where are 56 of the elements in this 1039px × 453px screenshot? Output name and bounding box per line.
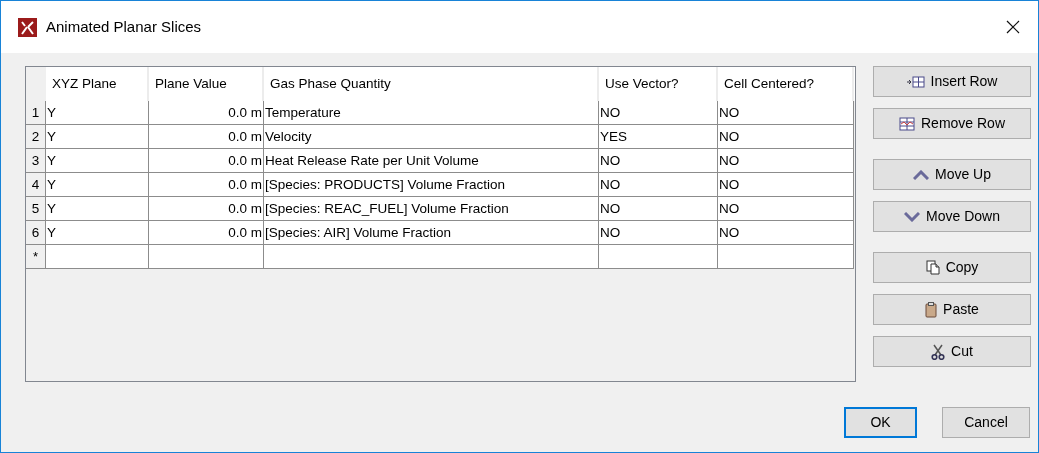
table-cell[interactable]: Velocity (264, 125, 599, 149)
toolbar-button[interactable]: Move Down (873, 201, 1031, 232)
table-cell[interactable]: 0.0 m (149, 149, 264, 173)
row-number[interactable]: 3 (26, 149, 46, 173)
remove-row-icon (899, 116, 915, 131)
table-cell[interactable]: Y (46, 197, 149, 221)
table-cell[interactable]: [Species: AIR] Volume Fraction (264, 221, 599, 245)
table-cell[interactable]: NO (718, 221, 854, 245)
table-cell[interactable]: NO (718, 149, 854, 173)
row-number[interactable]: 1 (26, 101, 46, 125)
table-cell[interactable]: 0.0 m (149, 173, 264, 197)
table-cell[interactable]: [Species: REAC_FUEL] Volume Fraction (264, 197, 599, 221)
insert-row-icon (906, 75, 925, 88)
row-number[interactable]: 5 (26, 197, 46, 221)
dialog-button[interactable]: Cancel (942, 407, 1030, 438)
chevron-down-icon (904, 211, 921, 222)
table-cell[interactable]: YES (599, 125, 718, 149)
table-cell[interactable]: 0.0 m (149, 125, 264, 149)
new-row-marker[interactable]: * (26, 245, 46, 269)
table-cell[interactable]: NO (718, 125, 854, 149)
table-cell[interactable]: 0.0 m (149, 221, 264, 245)
table-cell[interactable]: NO (599, 101, 718, 125)
clipboard-icon (925, 301, 938, 318)
toolbar-button[interactable]: Copy (873, 252, 1031, 283)
toolbar-button[interactable]: Paste (873, 294, 1031, 325)
table-cell[interactable]: Y (46, 125, 149, 149)
table-cell[interactable]: Y (46, 173, 149, 197)
table-cell[interactable]: 0.0 m (149, 197, 264, 221)
app-logo-icon (18, 17, 37, 37)
table-cell[interactable]: NO (599, 221, 718, 245)
toolbar-button[interactable]: Move Up (873, 159, 1031, 190)
row-number[interactable]: 4 (26, 173, 46, 197)
close-icon[interactable] (1006, 20, 1020, 34)
table-cell[interactable]: [Species: PRODUCTS] Volume Fraction (264, 173, 599, 197)
row-number[interactable]: 2 (26, 125, 46, 149)
chevron-up-icon (913, 169, 929, 180)
row-number[interactable]: 6 (26, 221, 46, 245)
table-cell[interactable]: Y (46, 221, 149, 245)
scissors-icon (931, 343, 946, 360)
toolbar-button[interactable]: Cut (873, 336, 1031, 367)
table-cell[interactable]: NO (718, 101, 854, 125)
table-cell[interactable]: Y (46, 149, 149, 173)
table-cell[interactable]: NO (599, 197, 718, 221)
dialog-button[interactable]: OK (844, 407, 917, 438)
table-cell[interactable]: 0.0 m (149, 101, 264, 125)
table-cell[interactable]: Heat Release Rate per Unit Volume (264, 149, 599, 173)
toolbar-button[interactable]: Remove Row (873, 108, 1031, 139)
window-title: Animated Planar Slices (46, 16, 202, 37)
table-cell[interactable]: NO (718, 173, 854, 197)
copy-icon (925, 260, 940, 275)
table-cell[interactable]: NO (599, 149, 718, 173)
toolbar-button[interactable]: Insert Row (873, 66, 1031, 97)
table-cell[interactable]: NO (599, 173, 718, 197)
table-cell[interactable]: Temperature (264, 101, 599, 125)
table-cell[interactable]: Y (46, 101, 149, 125)
table-cell[interactable]: NO (718, 197, 854, 221)
